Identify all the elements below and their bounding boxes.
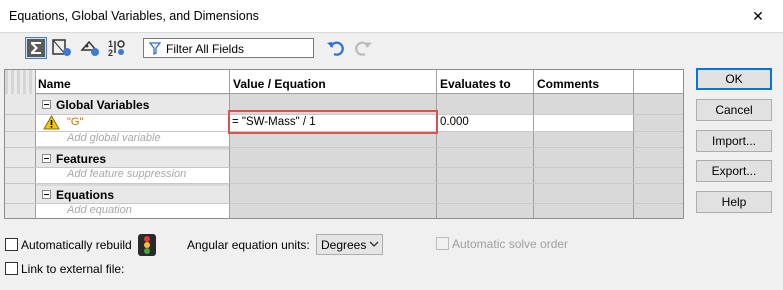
group-label-features: Features bbox=[56, 152, 107, 166]
auto-solve-order-checkbox[interactable] bbox=[436, 237, 449, 250]
redo-icon bbox=[355, 41, 372, 56]
equations-grid: Name Value / Equation Evaluates to Comme… bbox=[4, 69, 684, 219]
angular-units-label: Angular equation units: bbox=[187, 238, 310, 252]
close-icon: ✕ bbox=[752, 7, 764, 24]
collapse-equations-icon[interactable] bbox=[42, 190, 51, 199]
filter-input[interactable]: Filter All Fields bbox=[143, 38, 314, 58]
equation-highlight bbox=[228, 110, 438, 134]
ok-button[interactable]: OK bbox=[696, 68, 772, 90]
dimension-view-icon bbox=[80, 40, 99, 56]
traffic-light-icon bbox=[144, 236, 150, 254]
column-header-value-equation[interactable]: Value / Equation bbox=[233, 77, 326, 91]
comment-cell-g[interactable] bbox=[534, 114, 633, 131]
close-button[interactable]: ✕ bbox=[738, 4, 778, 28]
import-button[interactable]: Import... bbox=[696, 130, 772, 152]
window-title: Equations, Global Variables, and Dimensi… bbox=[9, 9, 259, 23]
chevron-down-icon bbox=[369, 241, 379, 247]
undo-icon bbox=[327, 41, 344, 56]
auto-solve-order-label: Automatic solve order bbox=[452, 237, 569, 251]
auto-rebuild-checkbox[interactable] bbox=[5, 238, 18, 251]
group-label-global-variables: Global Variables bbox=[56, 98, 150, 112]
ordered-view-icon: 1 2 bbox=[108, 39, 125, 58]
angular-units-value: Degrees bbox=[321, 238, 367, 252]
auto-rebuild-label: Automatically rebuild bbox=[21, 238, 132, 252]
ordered-view-button[interactable]: 1 2 bbox=[106, 37, 128, 59]
help-button[interactable]: Help bbox=[696, 191, 772, 213]
name-cell-g[interactable] bbox=[36, 114, 229, 131]
column-header-comments[interactable]: Comments bbox=[537, 77, 599, 91]
link-external-checkbox[interactable] bbox=[5, 262, 18, 275]
add-feature-suppression-placeholder: Add feature suppression bbox=[67, 168, 187, 180]
filter-placeholder: Filter All Fields bbox=[166, 42, 245, 56]
sketch-equation-view-button[interactable] bbox=[51, 37, 73, 59]
equation-view-button[interactable] bbox=[25, 37, 47, 59]
collapse-features-icon[interactable] bbox=[42, 154, 51, 163]
add-equation-placeholder: Add equation bbox=[67, 204, 132, 216]
sigma-equation-view-icon bbox=[27, 39, 45, 57]
dimension-view-button[interactable] bbox=[79, 37, 101, 59]
title-bar: Equations, Global Variables, and Dimensi… bbox=[0, 0, 783, 32]
svg-text:2: 2 bbox=[108, 48, 113, 58]
export-button[interactable]: Export... bbox=[696, 160, 772, 182]
redo-button[interactable] bbox=[352, 37, 374, 59]
group-label-equations: Equations bbox=[56, 188, 115, 202]
add-equation-row[interactable] bbox=[36, 204, 229, 218]
evaluates-value-g: 0.000 bbox=[440, 116, 469, 128]
link-external-label: Link to external file: bbox=[21, 262, 125, 276]
rebuild-traffic-light-button[interactable] bbox=[138, 234, 156, 256]
undo-button[interactable] bbox=[325, 37, 347, 59]
filter-icon bbox=[149, 42, 161, 55]
grid-corner bbox=[5, 70, 35, 94]
collapse-global-variables-icon[interactable] bbox=[42, 100, 51, 109]
angular-units-select[interactable]: Degrees bbox=[316, 234, 383, 255]
add-global-variable-placeholder: Add global variable bbox=[67, 132, 161, 144]
sketch-equation-view-icon bbox=[52, 39, 71, 56]
column-header-evaluates-to[interactable]: Evaluates to bbox=[440, 77, 511, 91]
variable-name-g: "G" bbox=[67, 116, 84, 128]
cancel-button[interactable]: Cancel bbox=[696, 99, 772, 121]
column-header-name[interactable]: Name bbox=[38, 77, 71, 91]
warning-icon bbox=[43, 115, 60, 130]
